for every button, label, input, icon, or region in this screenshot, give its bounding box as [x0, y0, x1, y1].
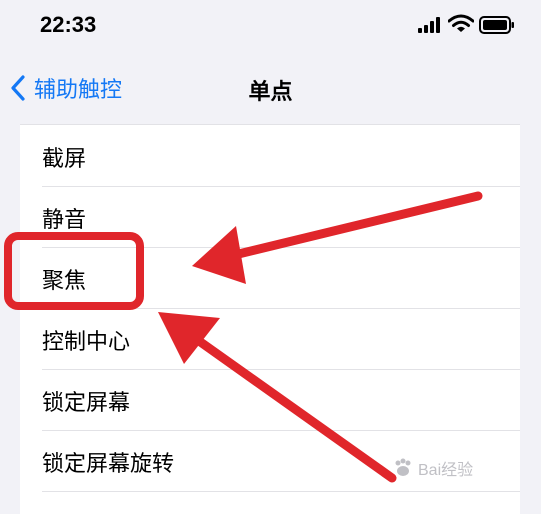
paw-logo-icon [395, 458, 411, 476]
watermark: Bai经验 [392, 448, 532, 488]
arrow-upper [192, 191, 483, 284]
arrow-lower [158, 312, 397, 483]
watermark-text: Bai经验 [418, 462, 474, 479]
annotation-arrows [158, 191, 483, 483]
